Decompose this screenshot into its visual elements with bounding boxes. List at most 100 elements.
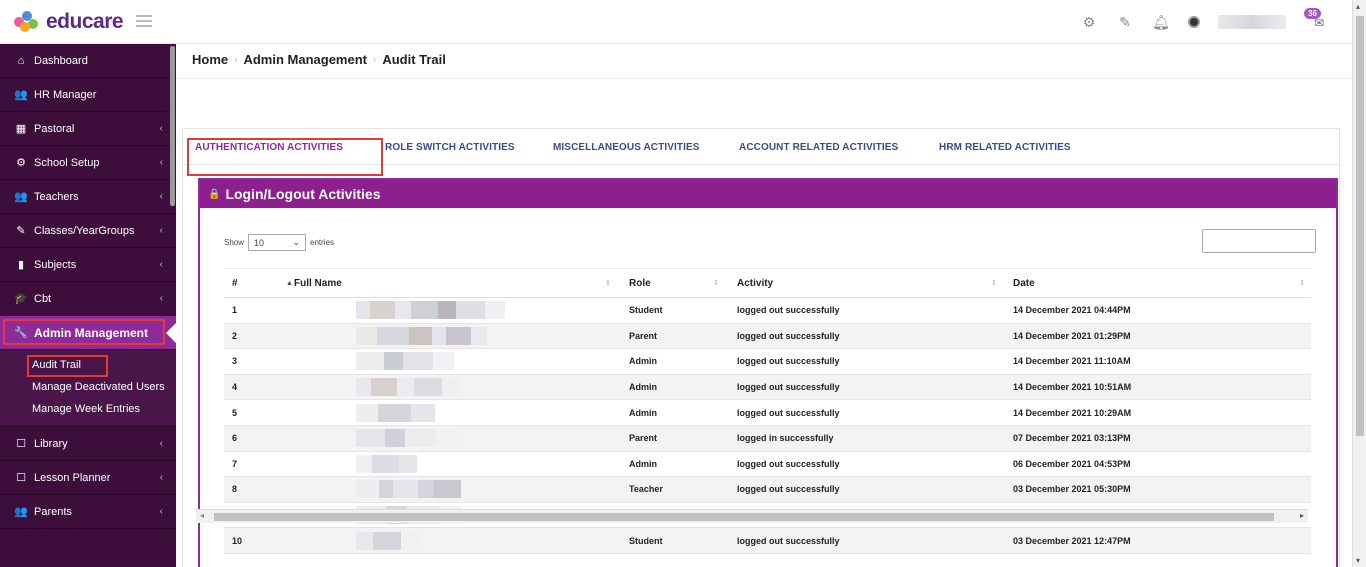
column-header-date[interactable]: Date ⇕ bbox=[1003, 269, 1311, 297]
gear-icon[interactable]: ⚙ bbox=[1080, 14, 1098, 31]
breadcrumb-home[interactable]: Home bbox=[192, 52, 228, 67]
redacted-name bbox=[356, 531, 420, 550]
cell-number: 2 bbox=[232, 330, 238, 341]
book-open-icon: ☐ bbox=[16, 472, 26, 484]
user-name-redacted[interactable] bbox=[1218, 15, 1286, 29]
sidebar-item-admin-management[interactable]: 🔧 Admin Management bbox=[0, 316, 176, 350]
sidebar-item-dashboard[interactable]: ⌂ Dashboard bbox=[0, 44, 176, 78]
table-row[interactable]: 4 Admin logged out successfully 14 December… bbox=[224, 374, 1311, 401]
table-header: # ▲ Full Name ⇕ Role ⇕ Activity ⇕ Date ⇕ bbox=[224, 268, 1311, 298]
sidebar-item-school-setup[interactable]: ⚙ School Setup ‹ bbox=[0, 146, 176, 180]
cell-full-name bbox=[284, 426, 617, 451]
table-row[interactable]: 3 Admin logged out successfully 14 December… bbox=[224, 349, 1311, 375]
show-label: Show bbox=[224, 238, 245, 247]
activity-tabs-card: AUTHENTICATION ACTIVITIES ROLE SWITCH AC… bbox=[182, 128, 1340, 567]
sidebar-item-parents[interactable]: 👥 Parents ‹ bbox=[0, 495, 176, 529]
column-header-number[interactable]: # ▲ bbox=[224, 269, 293, 297]
users-icon: 👥 bbox=[14, 506, 28, 518]
submenu-item-manage-deactivated-users[interactable]: Manage Deactivated Users bbox=[0, 376, 176, 398]
sidebar-item-label: Parents bbox=[34, 505, 72, 518]
edit-icon: ✎ bbox=[16, 225, 26, 237]
cell-full-name bbox=[284, 400, 617, 425]
table-row[interactable]: 8 Teacher logged out successfully 03 Decemb… bbox=[224, 477, 1311, 503]
table-row[interactable]: 2 Parent logged out successfully 14 Decembe… bbox=[224, 323, 1311, 350]
sidebar-item-label: HR Manager bbox=[34, 88, 97, 101]
message-icon: ✉ bbox=[1314, 16, 1325, 30]
sidebar-item-label: Subjects bbox=[34, 258, 77, 271]
cell-date: 03 December 2021 12:47PM bbox=[1013, 535, 1131, 546]
sidebar-item-library[interactable]: ☐ Library ‹ bbox=[0, 427, 176, 461]
scroll-left-icon[interactable]: ◂ bbox=[200, 511, 204, 520]
table-row[interactable]: 5 Admin logged out successfully 14 December… bbox=[224, 400, 1311, 426]
cell-activity: logged out successfully bbox=[737, 407, 840, 418]
cell-number: 1 bbox=[232, 305, 238, 316]
edit-icon[interactable]: ✎ bbox=[1116, 14, 1134, 31]
redacted-name bbox=[356, 429, 458, 448]
avatar[interactable] bbox=[1188, 16, 1200, 28]
cell-number: 7 bbox=[232, 458, 238, 469]
cell-activity: logged out successfully bbox=[737, 458, 840, 469]
sidebar-item-pastoral[interactable]: ▦ Pastoral ‹ bbox=[0, 112, 176, 146]
chevron-left-icon: ‹ bbox=[159, 191, 163, 202]
cell-activity: logged in successfully bbox=[737, 433, 834, 444]
breadcrumb: Home › Admin Management › Audit Trail bbox=[192, 52, 446, 67]
cell-full-name bbox=[284, 375, 617, 400]
search-input[interactable] bbox=[1202, 229, 1316, 253]
bell-icon[interactable]: 🔔︎ bbox=[1152, 14, 1170, 31]
chevron-left-icon: ‹ bbox=[159, 506, 163, 517]
tab-account-related-activities[interactable]: ACCOUNT RELATED ACTIVITIES bbox=[739, 142, 898, 153]
sidebar-item-hr-manager[interactable]: 👥 HR Manager bbox=[0, 78, 176, 112]
table-row[interactable]: 10 Student logged out successfully 03 Decem… bbox=[224, 528, 1311, 554]
lock-icon: 🔒 bbox=[208, 188, 221, 200]
sidebar-item-subjects[interactable]: ▮ Subjects ‹ bbox=[0, 248, 176, 282]
table-row[interactable]: 6 Parent logged in successfully 07 December… bbox=[224, 425, 1311, 452]
redacted-name bbox=[356, 301, 505, 320]
submenu-item-manage-week-entries[interactable]: Manage Week Entries bbox=[0, 398, 176, 420]
main-content: Home › Admin Management › Audit Trail AU… bbox=[176, 44, 1352, 567]
breadcrumb-section[interactable]: Admin Management bbox=[243, 52, 367, 67]
cell-full-name bbox=[284, 528, 617, 553]
messages-button[interactable]: 36 ✉ bbox=[1304, 8, 1330, 32]
chevron-left-icon: ‹ bbox=[159, 293, 163, 304]
highlight-box bbox=[187, 138, 383, 176]
sidebar-item-label: Cbt bbox=[34, 292, 52, 305]
scroll-down-icon[interactable]: ▾ bbox=[1356, 556, 1360, 565]
column-header-full-name[interactable]: Full Name ⇕ bbox=[284, 269, 617, 297]
brand-logo[interactable]: educare bbox=[14, 10, 124, 34]
tab-role-switch-activities[interactable]: ROLE SWITCH ACTIVITIES bbox=[385, 142, 515, 153]
submenu-item-audit-trail[interactable]: Audit Trail bbox=[0, 354, 176, 377]
vertical-scrollbar[interactable]: ▴ ▾ bbox=[1352, 0, 1366, 567]
cell-date: 14 December 2021 10:29AM bbox=[1013, 407, 1132, 418]
horizontal-scrollbar[interactable]: ◂ ▸ bbox=[196, 509, 1308, 523]
entries-select[interactable]: 10 ⌄ bbox=[248, 234, 307, 251]
scroll-up-icon[interactable]: ▴ bbox=[1356, 2, 1360, 11]
cell-role: Admin bbox=[629, 458, 657, 469]
table-icon: ▦ bbox=[15, 123, 27, 135]
column-header-activity[interactable]: Activity ⇕ bbox=[725, 269, 1003, 297]
tab-miscellaneous-activities[interactable]: MISCELLANEOUS ACTIVITIES bbox=[553, 142, 699, 153]
tab-hrm-related-activities[interactable]: HRM RELATED ACTIVITIES bbox=[939, 142, 1071, 153]
sidebar-item-cbt[interactable]: 🎓 Cbt ‹ bbox=[0, 282, 176, 316]
sidebar-item-classes-yeargroups[interactable]: ✎ Classes/YearGroups ‹ bbox=[0, 214, 176, 248]
sidebar-item-label: Classes/YearGroups bbox=[34, 224, 135, 237]
cell-number: 6 bbox=[232, 433, 238, 444]
educare-logo-icon bbox=[14, 11, 40, 33]
scrollbar-thumb[interactable] bbox=[1356, 16, 1364, 436]
cell-number: 10 bbox=[232, 535, 243, 546]
users-icon: 👥 bbox=[14, 191, 28, 203]
redacted-name bbox=[356, 454, 417, 473]
menu-toggle-icon[interactable] bbox=[136, 15, 152, 27]
scroll-right-icon[interactable]: ▸ bbox=[1300, 511, 1304, 520]
sidebar-item-lesson-planner[interactable]: ☐ Lesson Planner ‹ bbox=[0, 461, 176, 495]
tab-authentication-activities[interactable]: AUTHENTICATION ACTIVITIES bbox=[187, 138, 383, 176]
cell-activity: logged out successfully bbox=[737, 535, 840, 546]
table-row[interactable]: 1 Student logged out successfully 14 Decemb… bbox=[224, 298, 1311, 324]
scrollbar-thumb[interactable] bbox=[214, 513, 1274, 521]
sidebar-item-teachers[interactable]: 👥 Teachers ‹ bbox=[0, 180, 176, 214]
sidebar-scrollbar[interactable] bbox=[170, 46, 175, 206]
column-header-role[interactable]: Role ⇕ bbox=[617, 269, 725, 297]
book-icon: ▮ bbox=[17, 259, 25, 271]
highlight-box bbox=[3, 319, 165, 345]
cell-role: Teacher bbox=[629, 484, 663, 495]
table-row[interactable]: 7 Admin logged out successfully 06 December… bbox=[224, 452, 1311, 478]
